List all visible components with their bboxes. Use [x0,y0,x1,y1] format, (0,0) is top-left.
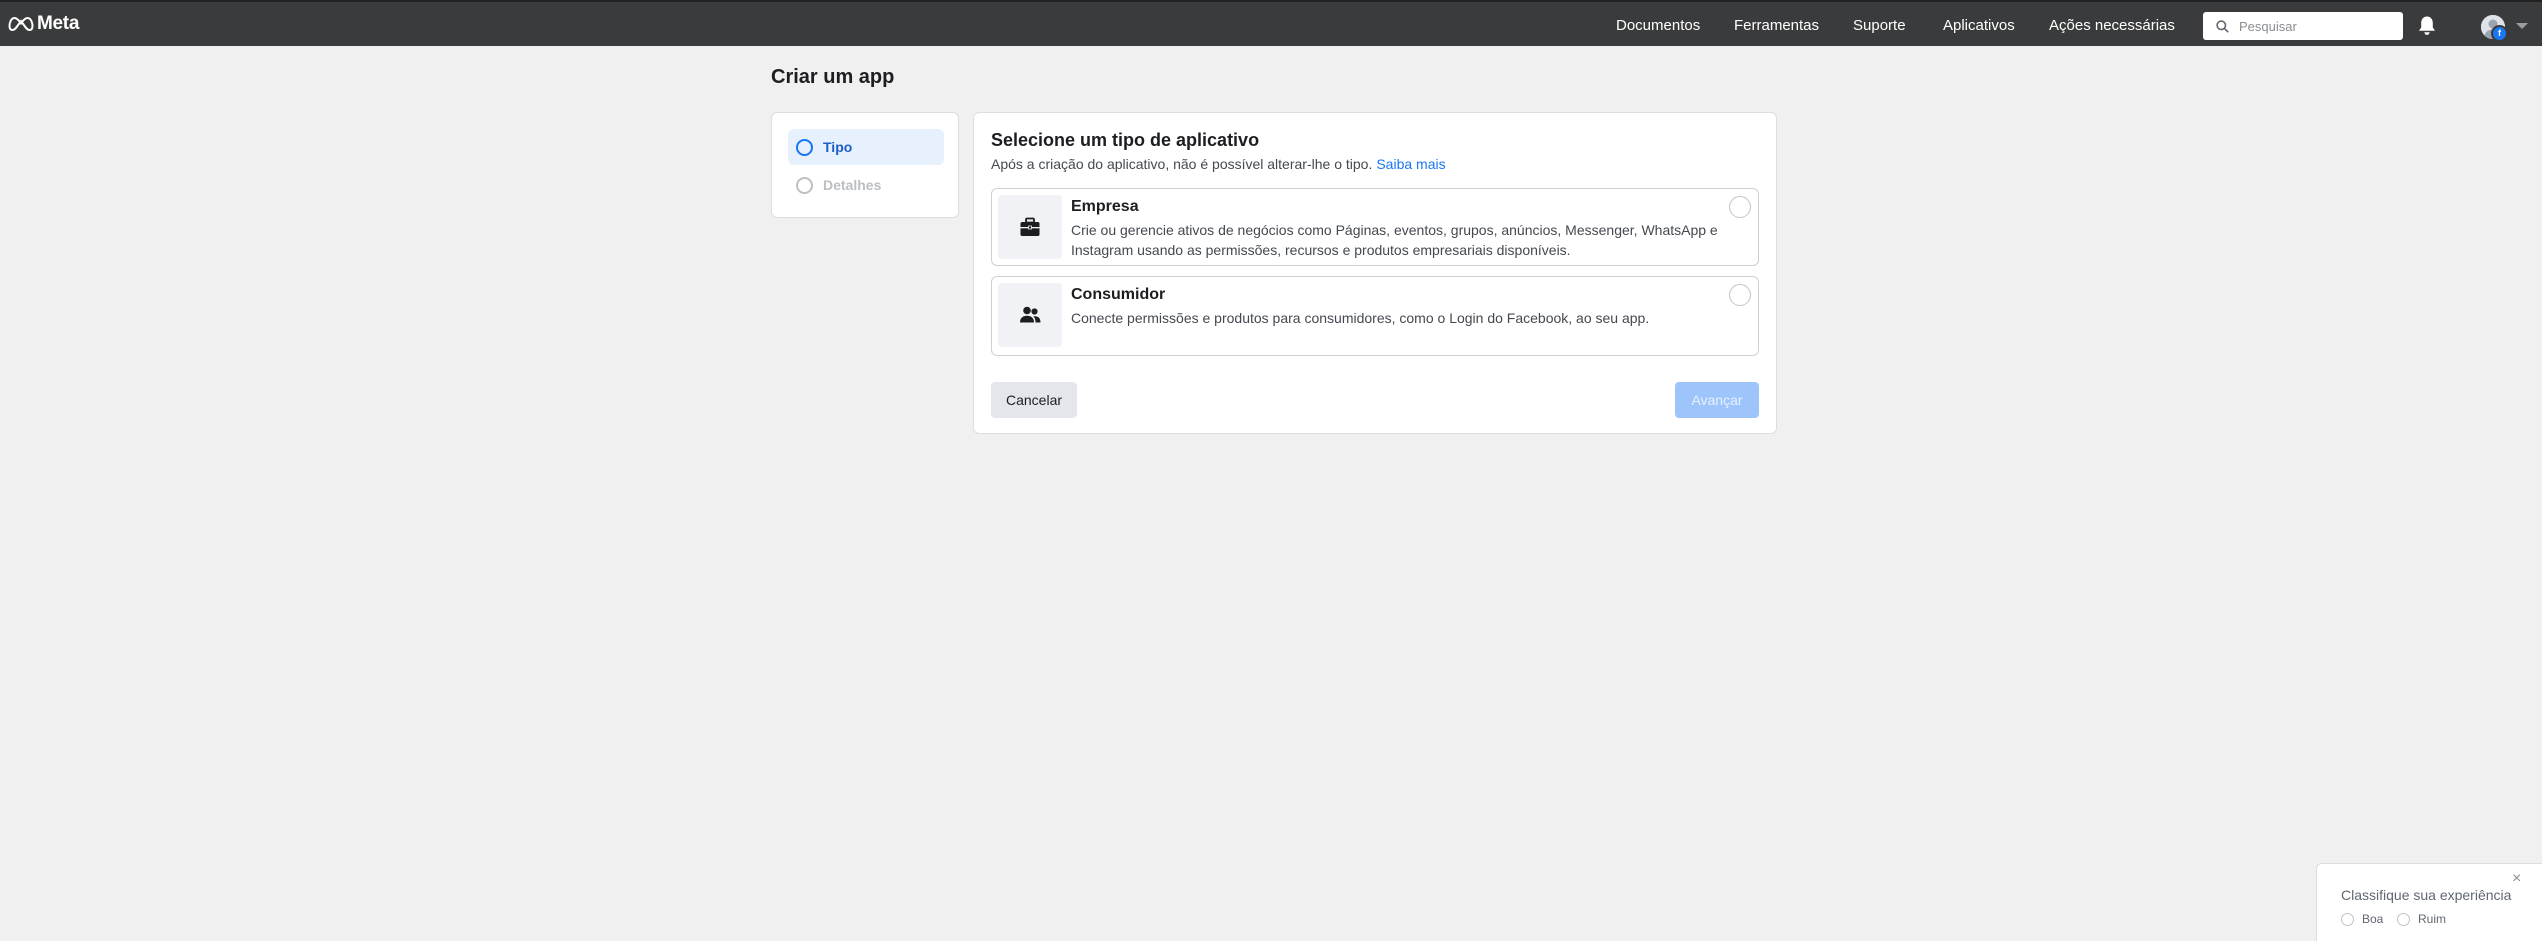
option-title: Consumidor [1071,286,1166,303]
nav-ferramentas[interactable]: Ferramentas [1734,17,1819,34]
people-icon [1020,306,1041,323]
step-label: Tipo [823,139,853,155]
search-input[interactable] [2239,15,2389,37]
next-button[interactable]: Avançar [1675,382,1759,418]
step-detalhes: Detalhes [788,167,944,203]
feedback-option-boa[interactable]: Boa [2341,912,2383,926]
search-box[interactable] [2203,12,2403,40]
cancel-button[interactable]: Cancelar [991,382,1077,418]
option-description: Conecte permissões e produtos para consu… [1071,310,1650,326]
subtitle-text: Após a criação do aplicativo, não é poss… [991,156,1373,172]
step-label: Detalhes [823,177,882,193]
nav-suporte[interactable]: Suporte [1853,17,1906,34]
radio-icon [2397,912,2410,926]
learn-more-link[interactable]: Saiba mais [1376,156,1445,172]
search-icon [2216,20,2229,33]
option-description: Crie ou gerencie ativos de negócios como… [1071,222,1718,258]
page-title: Criar um app [771,66,895,88]
facebook-badge-icon: f [2491,25,2508,42]
meta-infinity-icon [8,16,34,32]
nav-documentos[interactable]: Documentos [1616,17,1700,34]
chevron-down-icon[interactable] [2516,23,2528,29]
avatar[interactable]: f [2481,15,2508,42]
feedback-widget: × Classifique sua experiência Boa Ruim [2316,863,2542,941]
brand-name: Meta [37,13,80,34]
meta-logo[interactable]: Meta [8,13,79,35]
bell-icon[interactable] [2417,15,2437,37]
step-tipo[interactable]: Tipo [788,129,944,165]
step-indicator-icon [796,177,813,194]
close-icon[interactable]: × [2512,871,2521,887]
feedback-title: Classifique sua experiência [2341,887,2512,903]
card-title: Selecione um tipo de aplicativo [991,130,1260,150]
nav-acoes-necessarias[interactable]: Ações necessárias [2049,17,2175,34]
option-consumidor[interactable]: Consumidor Conecte permissões e produtos… [991,276,1759,356]
feedback-option-ruim[interactable]: Ruim [2397,912,2446,926]
option-radio[interactable] [1729,284,1751,306]
option-radio[interactable] [1729,196,1751,218]
app-type-card: Selecione um tipo de aplicativo Após a c… [973,112,1777,434]
briefcase-icon [1020,217,1040,236]
feedback-option-label: Ruim [2418,912,2447,926]
option-empresa[interactable]: Empresa Crie ou gerencie ativos de negóc… [991,188,1759,266]
option-title: Empresa [1071,198,1139,215]
nav-aplicativos[interactable]: Aplicativos [1943,17,2015,34]
radio-icon [2341,912,2354,926]
step-indicator-icon [796,139,813,156]
step-navigator: Tipo Detalhes [771,112,959,218]
feedback-option-label: Boa [2362,912,2384,926]
card-subtitle: Após a criação do aplicativo, não é poss… [991,156,1446,172]
option-icon-box [998,283,1062,347]
option-icon-box [998,195,1062,259]
top-navigation-bar: Meta Documentos Ferramentas Suporte Apli… [0,0,2542,46]
